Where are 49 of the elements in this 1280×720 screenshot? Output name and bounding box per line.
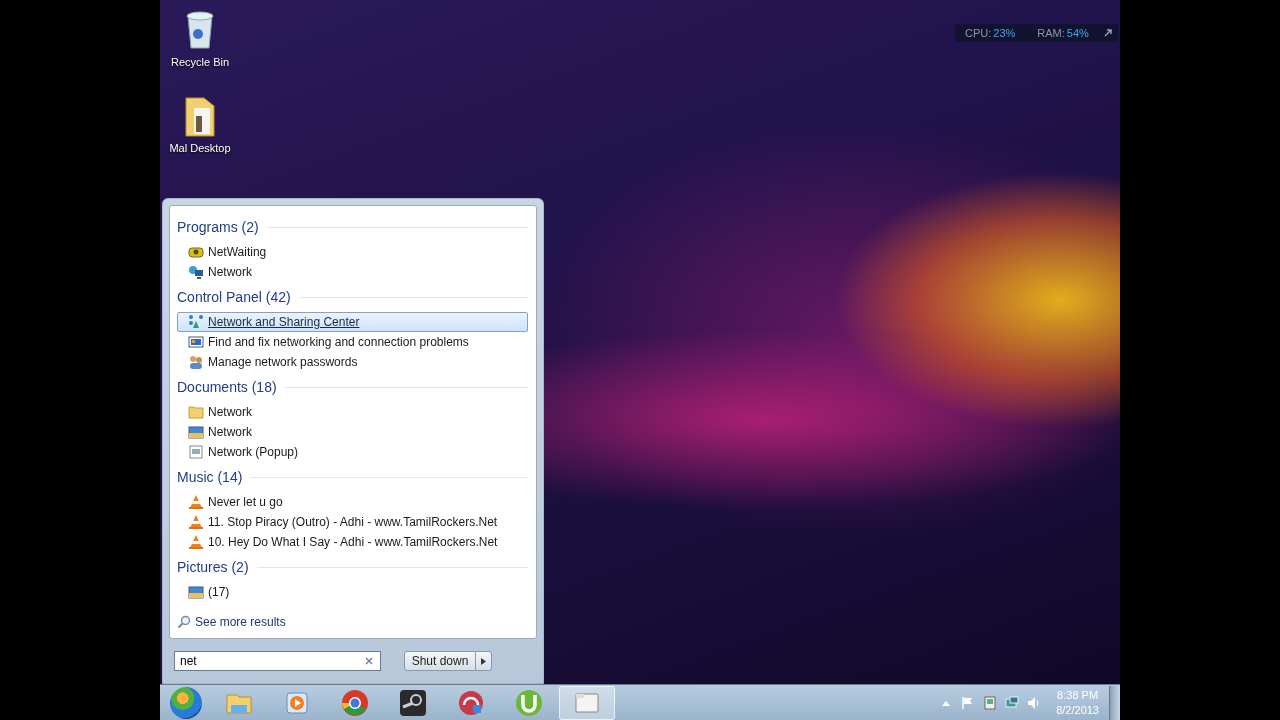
users-icon <box>188 354 204 370</box>
category-heading: Music (14) <box>177 469 243 485</box>
window-icon[interactable] <box>559 685 615 720</box>
ram-value: 54% <box>1066 27 1089 39</box>
show-hidden-icons-icon[interactable] <box>942 699 951 706</box>
network-globe-icon <box>188 264 204 280</box>
search-result-item[interactable]: 10. Hey Do What I Say - Adhi - www.TamilRockers.Net <box>177 532 528 552</box>
search-result-item[interactable]: Network (Popup) <box>177 442 528 462</box>
search-result-item[interactable]: Network <box>177 262 528 282</box>
search-result-item[interactable]: Network and Sharing Center <box>177 312 528 332</box>
category-heading: Documents (18) <box>177 379 277 395</box>
start-button[interactable] <box>170 686 202 719</box>
traffic-cone-icon <box>188 534 204 550</box>
shut-down-options-button[interactable] <box>476 651 492 671</box>
search-result-item[interactable]: NetWaiting <box>177 242 528 262</box>
monitor-icon <box>188 334 204 350</box>
shut-down-button[interactable]: Shut down <box>404 651 476 671</box>
network-status-icon[interactable] <box>1004 694 1021 711</box>
telephone-icon <box>188 244 204 260</box>
traffic-cone-icon <box>188 514 204 530</box>
search-icon <box>177 615 191 629</box>
cpu-value: 23% <box>993 27 1016 39</box>
search-result-item[interactable]: Find and fix networking and connection problems <box>177 332 528 352</box>
desktop-icon-label[interactable]: Recycle Bin <box>170 56 230 68</box>
picture-icon <box>188 424 204 440</box>
category-heading: Pictures (2) <box>177 559 249 575</box>
search-result-item[interactable]: 11. Stop Piracy (Outro) - Adhi - www.TamilRockers.Net <box>177 512 528 532</box>
device-icon[interactable] <box>982 694 999 711</box>
folder-icon <box>188 404 204 420</box>
picture-icon <box>188 584 204 600</box>
search-result-item[interactable]: Never let u go <box>177 492 528 512</box>
expand-arrow-icon[interactable] <box>1104 29 1112 37</box>
search-result-item[interactable]: Network <box>177 402 528 422</box>
category-heading: Control Panel (42) <box>177 289 291 305</box>
search-result-item[interactable]: (17) <box>177 582 528 602</box>
traffic-cone-icon <box>188 494 204 510</box>
show-desktop-button[interactable] <box>1109 685 1120 720</box>
search-field[interactable]: net <box>174 651 381 671</box>
network-icon <box>188 314 204 330</box>
see-more-results-link[interactable]: See more results <box>177 612 286 632</box>
desktop-icon-label[interactable]: Mal Desktop <box>169 142 231 154</box>
ram-label: RAM: <box>1037 27 1065 39</box>
cpu-label: CPU: <box>965 27 992 39</box>
search-result-item[interactable]: Network <box>177 422 528 442</box>
category-heading: Programs (2) <box>177 219 259 235</box>
document-icon <box>188 444 204 460</box>
search-result-item[interactable]: Manage network passwords <box>177 352 528 372</box>
triangle-right-icon <box>481 657 486 665</box>
clear-icon[interactable] <box>365 657 373 665</box>
